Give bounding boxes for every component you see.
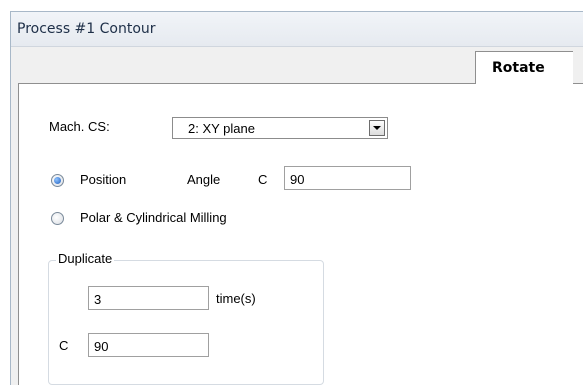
polar-cylindrical-label[interactable]: Polar & Cylindrical Milling bbox=[80, 210, 227, 225]
tab-rotate-label: Rotate bbox=[492, 60, 545, 76]
angle-label: Angle bbox=[187, 172, 221, 187]
polar-cylindrical-radio[interactable] bbox=[51, 212, 64, 225]
chevron-down-icon[interactable] bbox=[369, 120, 385, 136]
tab-rotate[interactable]: Rotate bbox=[475, 51, 573, 84]
duplicate-c-label: C bbox=[59, 338, 69, 353]
duplicate-group bbox=[48, 260, 324, 385]
duplicate-times-input[interactable] bbox=[88, 286, 209, 310]
window-title: Process #1 Contour bbox=[17, 21, 156, 37]
angle-axis-label: C bbox=[258, 172, 268, 187]
angle-c-input[interactable] bbox=[284, 166, 411, 190]
title-bar: Process #1 Contour bbox=[11, 12, 583, 47]
position-label[interactable]: Position bbox=[80, 172, 126, 187]
mach-cs-value: 2: XY plane bbox=[188, 121, 255, 136]
duplicate-c-input[interactable] bbox=[88, 333, 209, 357]
mach-cs-label: Mach. CS: bbox=[49, 119, 110, 134]
times-label: time(s) bbox=[216, 291, 256, 306]
duplicate-group-title: Duplicate bbox=[56, 251, 115, 266]
position-radio[interactable] bbox=[51, 174, 64, 187]
mach-cs-select[interactable]: 2: XY plane bbox=[172, 117, 388, 139]
